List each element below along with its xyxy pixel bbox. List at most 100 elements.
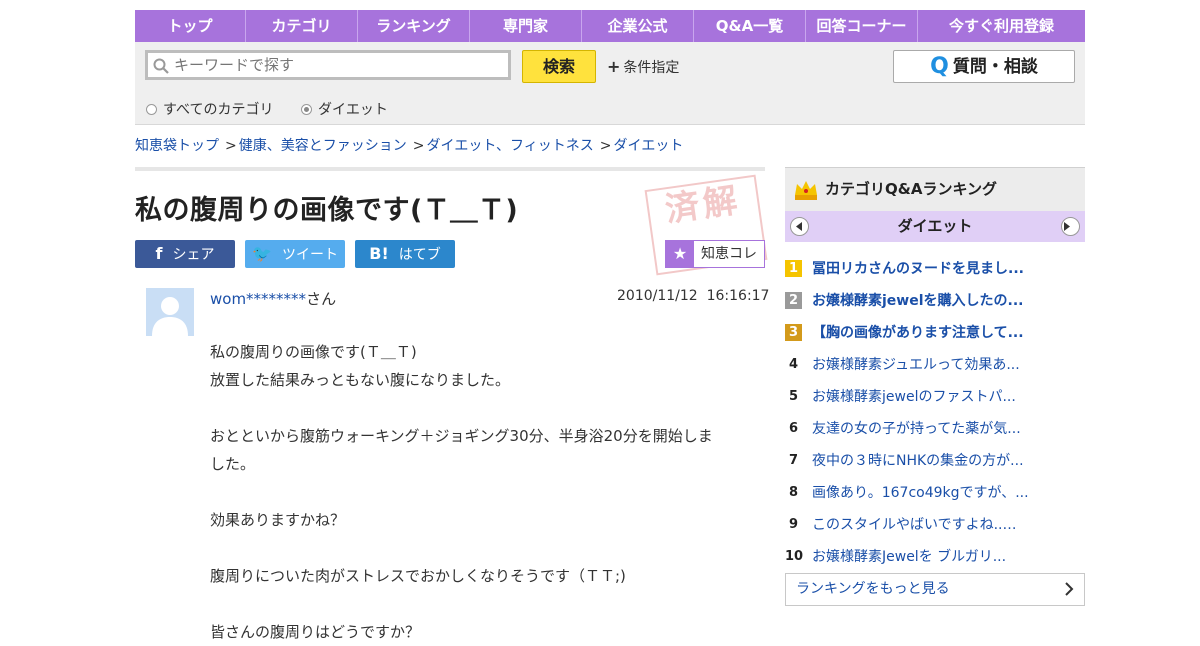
more-ranking-label: ランキングをもっと見る xyxy=(796,581,950,597)
nav-item[interactable]: 専門家 xyxy=(470,10,582,42)
scope-all-label: すべてのカテゴリ xyxy=(163,102,274,118)
divider xyxy=(135,167,765,171)
ranking-item: 10 お嬢様酵素Jewelを ブルガリ... xyxy=(785,540,1085,572)
body-line: 放置した結果みっともない腹になりました。 xyxy=(210,371,511,389)
star-icon: ★ xyxy=(666,241,694,267)
ranking-item: 4 お嬢様酵素ジュエルって効果あ... xyxy=(785,348,1085,380)
rank-number: 7 xyxy=(788,452,799,468)
breadcrumb-item[interactable]: 健康、美容とファッション xyxy=(239,138,407,154)
ranking-link[interactable]: 夜中の３時にNHKの集金の方が... xyxy=(812,450,1024,470)
ranking-header: カテゴリQ&Aランキング xyxy=(785,167,1085,211)
nav-item[interactable]: Q&A一覧 xyxy=(694,10,806,42)
ranking-item: 8 画像あり。167co49kgですが、... xyxy=(785,476,1085,508)
nav-item[interactable]: カテゴリ xyxy=(246,10,358,42)
chevron-right-icon xyxy=(1065,582,1074,596)
next-category-button[interactable] xyxy=(1061,217,1080,236)
ranking-link[interactable]: 冨田リカさんのヌードを見まし... xyxy=(812,258,1024,278)
ranking-link[interactable]: お嬢様酵素jewelのファストパ... xyxy=(812,386,1016,406)
twitter-icon: 🐦 xyxy=(252,244,272,263)
plus-icon: + xyxy=(607,57,621,76)
ranking-link[interactable]: このスタイルやばいですよね..… xyxy=(812,514,1016,534)
ranking-link[interactable]: お嬢様酵素Jewelを ブルガリ... xyxy=(812,546,1006,566)
scope-current-label: ダイエット xyxy=(318,102,388,118)
q-icon: Q xyxy=(930,54,949,79)
search-area: 検索 +条件指定 Q質問・相談 すべてのカテゴリ ダイエット xyxy=(135,42,1085,125)
ranking-link[interactable]: 画像あり。167co49kgですが、... xyxy=(812,482,1029,502)
avatar[interactable] xyxy=(146,288,194,336)
chiekore-label: 知恵コレ xyxy=(701,246,757,262)
rank-number: 8 xyxy=(788,484,799,500)
body-line: 私の腹周りの画像です(Ｔ＿Ｔ) xyxy=(210,343,417,361)
hatena-bookmark-button[interactable]: B! はてブ xyxy=(355,240,455,268)
body-line: 腹周りについた肉がストレスでおかしくなりそうです（ＴＴ;) xyxy=(210,567,626,585)
ranking-item: 9 このスタイルやばいですよね..… xyxy=(785,508,1085,540)
ranking-link[interactable]: 友達の女の子が持ってた薬が気... xyxy=(812,418,1021,438)
facebook-share-label: シェア xyxy=(172,247,215,263)
breadcrumb-item[interactable]: ダイエット xyxy=(614,138,684,154)
body-line xyxy=(210,534,755,562)
ranking-sidebar: カテゴリQ&Aランキング ダイエット 1 冨田リカさんのヌードを見まし... 2 お嬢… xyxy=(785,167,1085,606)
breadcrumb-separator: > xyxy=(225,138,237,154)
breadcrumb-item[interactable]: ダイエット、フィットネス xyxy=(426,138,593,154)
ranking-category: ダイエット xyxy=(897,217,973,235)
breadcrumb-separator: > xyxy=(599,138,612,154)
rank-number: 6 xyxy=(788,420,799,436)
ranking-link[interactable]: 【胸の画像があります注意して... xyxy=(812,322,1024,342)
post-date: 2010/11/12 16:16:17 xyxy=(617,288,770,304)
rank-number: 5 xyxy=(788,388,799,404)
rank-number: 10 xyxy=(785,548,804,564)
ranking-link[interactable]: お嬢様酵素jewelを購入したの... xyxy=(812,290,1023,310)
nav-item[interactable]: トップ xyxy=(135,10,246,42)
search-input[interactable] xyxy=(174,53,504,77)
body-line xyxy=(210,478,755,506)
question-title: 私の腹周りの画像です(Ｔ＿Ｔ) xyxy=(135,195,519,226)
facebook-share-button[interactable]: f シェア xyxy=(135,240,235,268)
condition-button[interactable]: + 条件指定 xyxy=(607,57,679,77)
twitter-share-button[interactable]: 🐦 ツイート xyxy=(245,240,345,268)
hatena-icon: B! xyxy=(369,244,389,263)
question-author: wom********さん xyxy=(210,288,336,309)
breadcrumb: 知恵袋トップ > 健康、美容とファッション > ダイエット、フィットネス > ダイエット xyxy=(135,135,683,155)
body-line: 皆さんの腹周りはどうですか？ xyxy=(210,623,421,641)
body-line xyxy=(210,394,755,422)
ranking-category-bar: ダイエット xyxy=(785,211,1085,242)
ranking-item: 2 お嬢様酵素jewelを購入したの... xyxy=(785,284,1085,316)
ranking-list: 1 冨田リカさんのヌードを見まし... 2 お嬢様酵素jewelを購入したの... 3 【… xyxy=(785,252,1085,572)
rank-number: 9 xyxy=(788,516,799,532)
prev-category-button[interactable] xyxy=(790,217,809,236)
search-box[interactable] xyxy=(145,50,511,80)
breadcrumb-separator: > xyxy=(412,138,425,154)
global-nav: トップ カテゴリ ランキング 専門家 企業公式 Q&A一覧 回答コーナー 今すぐ利用登録 xyxy=(135,10,1085,42)
hatena-label: はてブ xyxy=(398,247,441,263)
ask-question-label: 質問・相談 xyxy=(952,57,1038,77)
ranking-link[interactable]: お嬢様酵素ジュエルって効果あ... xyxy=(812,354,1020,374)
more-ranking-link[interactable]: ランキングをもっと見る xyxy=(785,573,1085,606)
body-line: 効果ありますかね？ xyxy=(210,511,346,529)
radio-dot xyxy=(146,103,157,115)
nav-item[interactable]: 回答コーナー xyxy=(806,10,918,42)
rank-number: 4 xyxy=(788,356,799,372)
default-user-icon xyxy=(146,288,194,336)
facebook-icon: f xyxy=(155,244,163,263)
ranking-title: カテゴリQ&Aランキング xyxy=(825,180,997,198)
author-link[interactable]: wom******** xyxy=(210,290,306,308)
body-line: した。 xyxy=(210,455,256,473)
ask-question-button[interactable]: Q 質問・相談 xyxy=(893,50,1075,83)
body-line: おとといから腹筋ウォーキング＋ジョギング30分、半身浴20分を開始しま xyxy=(210,427,713,445)
author-suffix: さん xyxy=(306,290,337,308)
radio-dot-selected xyxy=(301,103,312,115)
chiekore-button[interactable]: ★ 知恵コレ xyxy=(665,240,765,268)
rank-number: 3 xyxy=(785,323,802,341)
ranking-item: 7 夜中の３時にNHKの集金の方が... xyxy=(785,444,1085,476)
ranking-item: 1 冨田リカさんのヌードを見まし... xyxy=(785,252,1085,284)
scope-all-radio[interactable]: すべてのカテゴリ xyxy=(146,99,273,119)
breadcrumb-item[interactable]: 知恵袋トップ xyxy=(135,138,219,154)
search-button[interactable]: 検索 xyxy=(522,50,596,83)
nav-item[interactable]: 企業公式 xyxy=(582,10,694,42)
condition-label: 条件指定 xyxy=(623,60,680,76)
twitter-share-label: ツイート xyxy=(281,247,338,263)
nav-item[interactable]: 今すぐ利用登録 xyxy=(918,10,1085,42)
nav-item[interactable]: ランキング xyxy=(358,10,470,42)
scope-current-radio[interactable]: ダイエット xyxy=(301,99,388,119)
question-body: 私の腹周りの画像です(Ｔ＿Ｔ) 放置した結果みっともない腹になりました。おとといか… xyxy=(210,338,755,646)
